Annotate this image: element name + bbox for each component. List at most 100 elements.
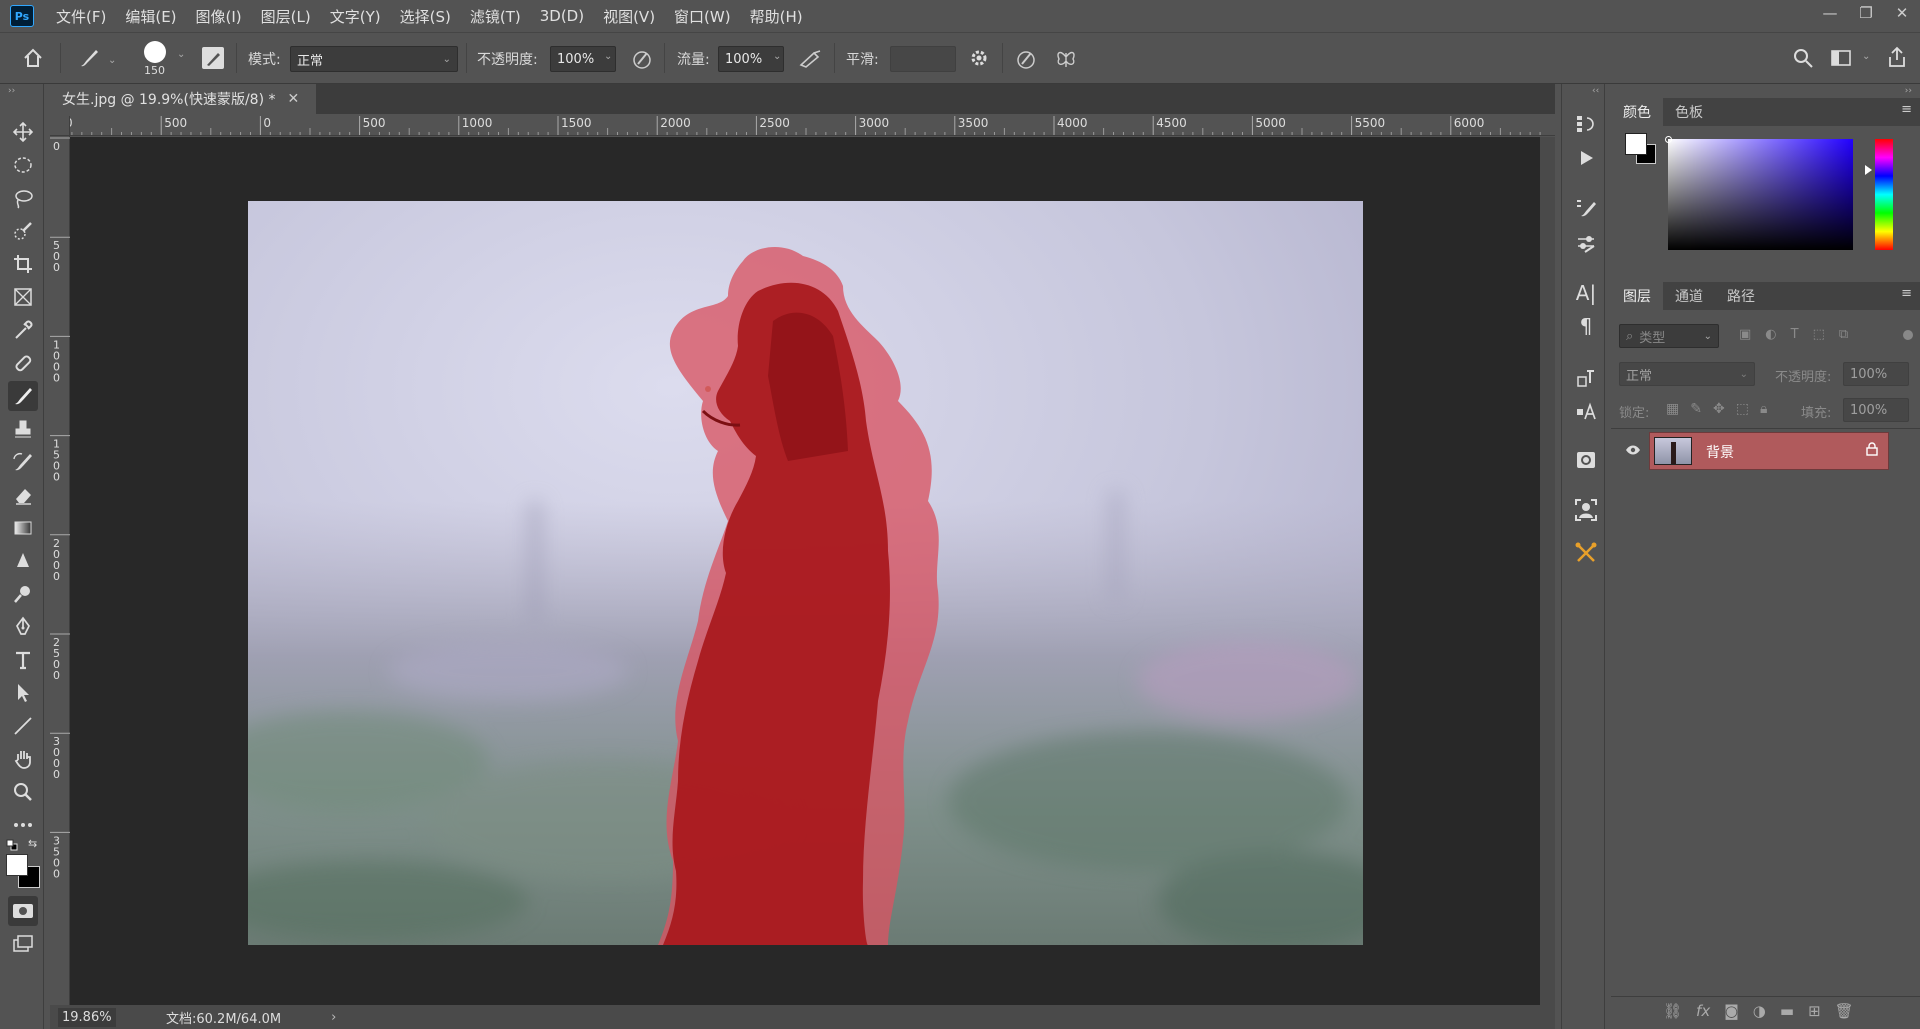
eraser-tool-icon[interactable] [8,480,38,510]
menu-edit[interactable]: 编辑(E) [125,6,176,27]
quick-mask-icon[interactable] [8,896,38,926]
ruler-origin[interactable] [50,116,70,136]
filter-smart-object-icon[interactable]: ⧉ [1839,327,1848,342]
add-mask-icon[interactable]: ◙ [1724,1002,1739,1020]
vertical-scrollbar[interactable] [1540,137,1555,1005]
new-group-icon[interactable]: ▬ [1780,1002,1794,1020]
filter-adjustment-icon[interactable]: ◐ [1765,327,1776,342]
brush-tip-preview[interactable] [144,41,166,63]
layer-name[interactable]: 背景 [1706,442,1734,462]
quick-selection-tool-icon[interactable] [8,216,38,246]
close-tab-icon[interactable]: ✕ [288,91,300,107]
chevron-right-icon[interactable]: › [331,1010,336,1025]
document-tab[interactable]: 女生.jpg @ 19.9%(快速蒙版/8) * ✕ [50,84,316,114]
lock-transparent-icon[interactable]: ▦ [1666,401,1679,417]
close-window-icon[interactable]: ✕ [1884,0,1920,26]
filter-shape-icon[interactable]: ⬚ [1813,327,1825,342]
lasso-tool-icon[interactable] [8,183,38,213]
lock-all-icon[interactable]: 🔒︎ [1760,401,1767,417]
tab-color[interactable]: 颜色 [1611,98,1663,126]
layer-style-fx-icon[interactable]: fx [1696,1002,1710,1020]
type-tool-icon[interactable] [8,645,38,675]
tab-paths[interactable]: 路径 [1715,282,1767,310]
character-styles-icon[interactable] [1572,397,1600,425]
clone-stamp-tool-icon[interactable] [8,414,38,444]
hand-tool-icon[interactable] [8,744,38,774]
chevron-down-icon[interactable]: ⌄ [604,51,612,62]
screen-mode-icon[interactable] [8,929,38,959]
panel-menu-icon[interactable]: ≡ [1901,286,1912,301]
lock-position-icon[interactable]: ✥ [1713,401,1725,417]
pen-tool-icon[interactable] [8,612,38,642]
lock-pixels-icon[interactable]: ✎ [1690,401,1702,417]
chevron-down-icon[interactable]: ⌄ [177,49,185,60]
search-icon[interactable] [1792,47,1814,69]
smoothing-field[interactable] [890,46,956,72]
menu-type[interactable]: 文字(Y) [330,6,381,27]
plugin-tools-icon[interactable] [1572,539,1600,567]
menu-filter[interactable]: 滤镜(T) [470,6,521,27]
move-tool-icon[interactable] [8,117,38,147]
menu-image[interactable]: 图像(I) [196,6,242,27]
camera-icon[interactable] [1572,446,1600,474]
layer-opacity-field[interactable]: 100% [1843,362,1909,386]
more-tools-icon[interactable] [8,810,38,840]
filter-toggle[interactable] [1903,330,1913,340]
paragraph-icon[interactable]: ¶ [1572,312,1600,340]
menu-select[interactable]: 选择(S) [400,6,451,27]
color-field[interactable] [1668,139,1853,250]
new-layer-icon[interactable]: ⊞ [1808,1002,1821,1020]
path-selection-tool-icon[interactable] [8,678,38,708]
layer-filter-select[interactable]: ⌕ 类型 ⌄ [1619,324,1719,348]
collapse-icon[interactable]: ›› [8,86,15,96]
layer-blend-mode-select[interactable]: 正常 ⌄ [1619,362,1755,386]
share-icon[interactable] [1886,45,1908,69]
brush-tool-icon[interactable] [8,381,38,411]
color-foreground-swatch[interactable] [1625,133,1647,155]
actions-play-icon[interactable] [1572,144,1600,172]
adjustment-layer-icon[interactable]: ◑ [1753,1002,1766,1020]
marquee-tool-icon[interactable] [8,150,38,180]
swap-colors-icon[interactable]: ⇆ [28,837,37,850]
hue-slider-marker[interactable] [1865,165,1872,175]
chevron-down-icon[interactable]: ⌄ [108,55,116,66]
tab-channels[interactable]: 通道 [1663,282,1715,310]
tab-layers[interactable]: 图层 [1611,282,1663,310]
brush-preset-icon[interactable] [76,45,102,71]
tab-swatches[interactable]: 色板 [1663,98,1715,126]
dodge-tool-icon[interactable] [8,579,38,609]
menu-view[interactable]: 视图(V) [603,6,655,27]
gradient-tool-icon[interactable] [8,513,38,543]
workspace-icon[interactable] [1830,48,1852,68]
zoom-tool-icon[interactable] [8,777,38,807]
filter-type-icon[interactable]: T [1791,327,1799,342]
panel-menu-icon[interactable]: ≡ [1901,102,1912,117]
chevron-down-icon[interactable]: ⌄ [773,51,781,62]
symmetry-butterfly-icon[interactable] [1054,47,1078,71]
brush-presets-icon[interactable] [1572,194,1600,222]
menu-layer[interactable]: 图层(L) [261,6,311,27]
portrait-icon[interactable] [1572,496,1600,524]
gear-icon[interactable] [968,47,990,69]
menu-help[interactable]: 帮助(H) [750,6,803,27]
airbrush-icon[interactable] [798,47,824,71]
default-colors-icon[interactable] [6,839,18,851]
lock-artboard-icon[interactable]: ⬚ [1736,401,1749,417]
mode-select[interactable]: 正常 ⌄ [290,46,458,72]
foreground-color-swatch[interactable] [6,854,28,876]
line-tool-icon[interactable] [8,711,38,741]
collapse-dock-icon[interactable]: ‹‹ [1592,86,1599,96]
image-canvas[interactable] [248,201,1363,945]
layer-visibility-eye-icon[interactable] [1625,444,1641,456]
zoom-field[interactable]: 19.86% [58,1007,116,1027]
history-brush-tool-icon[interactable] [8,447,38,477]
blur-tool-icon[interactable] [8,546,38,576]
canvas-area[interactable] [70,137,1540,1005]
crop-tool-icon[interactable] [8,249,38,279]
minimize-icon[interactable]: — [1812,0,1848,26]
menu-3d[interactable]: 3D(D) [540,7,584,25]
eyedropper-tool-icon[interactable] [8,315,38,345]
glyphs-icon[interactable] [1572,364,1600,392]
healing-brush-tool-icon[interactable] [8,348,38,378]
menu-window[interactable]: 窗口(W) [674,6,731,27]
